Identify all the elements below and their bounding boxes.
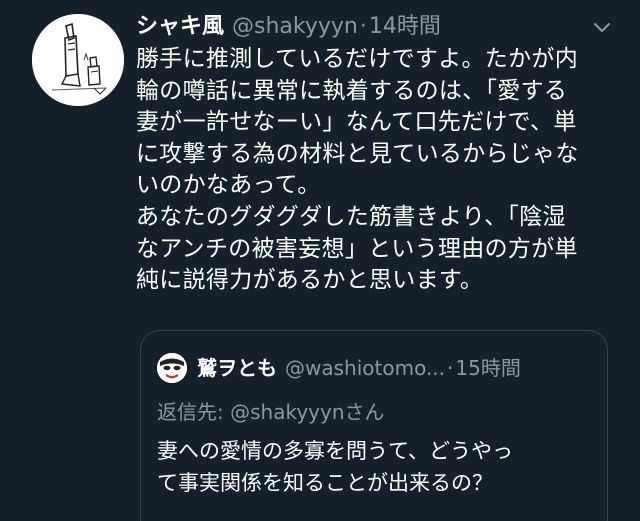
quoted-text-line: 妻への愛情の多寡を問うて、どうやっ: [157, 439, 513, 463]
quoted-tweet-header: 鷲ヲとも @washiotomo... · 15時間: [197, 353, 521, 383]
reply-to-label: 返信先: @shakyyynさん: [157, 397, 385, 427]
tweet-text: 勝手に推測しているだけですよ。たかが内 輪の噂話に異常に執着するのは、「愛する …: [136, 44, 612, 297]
tweet-text-line: 輪の噂話に異常に執着するのは、「愛する: [136, 77, 568, 104]
tweet-text-line: なアンチの被害妄想」という理由の方が単: [136, 235, 578, 262]
tweet-text-line: いのかなあって。: [136, 172, 321, 199]
chevron-down-icon: [594, 23, 610, 32]
reply-prefix: 返信先:: [157, 400, 231, 424]
quoted-tweet-text: 妻への愛情の多寡を問うて、どうやっ て事実関係を知ることが出来るの？: [157, 435, 593, 499]
quoted-text-line: て事実関係を知ることが出来るの？: [157, 471, 493, 495]
quoted-author-avatar[interactable]: [157, 353, 187, 383]
quoted-author-display-name[interactable]: 鷲ヲとも: [197, 353, 277, 383]
tweet-text-line: あなたのグダグダした筋書きより、「陰湿: [136, 203, 566, 230]
author-display-name[interactable]: シャキ風: [136, 12, 224, 42]
tweet[interactable]: シャキ風 @shakyyyn · 14時間 勝手に推測しているだけですよ。たかが…: [0, 0, 640, 521]
quoted-tweet-card[interactable]: 鷲ヲとも @washiotomo... · 15時間 返信先: @shakyyy…: [140, 330, 608, 521]
author-avatar[interactable]: [32, 14, 124, 106]
separator-dot: ·: [447, 356, 454, 380]
tweet-text-line: に攻撃する為の材料と見ているからじゃな: [136, 140, 579, 167]
tweet-text-line: 妻が一許せなーい」なんて口先だけで、単: [136, 109, 577, 136]
mask-avatar-icon: [157, 353, 187, 383]
tweet-header: シャキ風 @shakyyyn · 14時間: [136, 12, 441, 42]
quoted-author-handle[interactable]: @washiotomo...: [285, 353, 445, 383]
tweet-text-line: 勝手に推測しているだけですよ。たかが内: [136, 46, 579, 72]
sketch-avatar-icon: [32, 14, 124, 106]
tweet-text-line: 純に説得力があるかと思います。: [136, 267, 484, 294]
author-handle[interactable]: @shakyyyn: [232, 12, 358, 42]
quoted-tweet-timestamp[interactable]: 15時間: [455, 353, 520, 383]
tweet-timestamp[interactable]: 14時間: [369, 12, 441, 42]
separator-dot: ·: [359, 14, 367, 39]
tweet-menu-button[interactable]: [591, 16, 613, 38]
reply-mention[interactable]: @shakyyynさん: [230, 400, 384, 424]
